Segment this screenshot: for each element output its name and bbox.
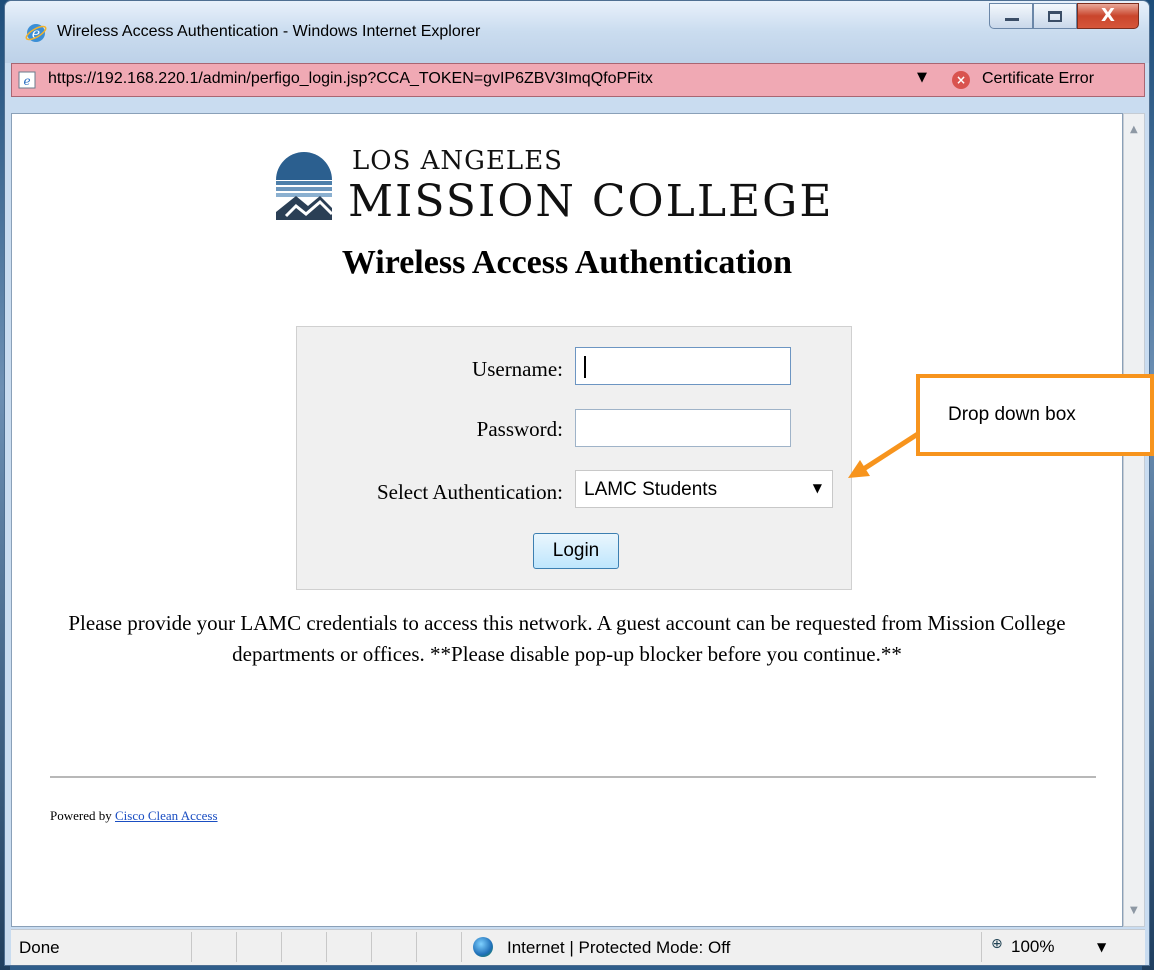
address-dropdown-icon[interactable]: ▼: [917, 70, 927, 85]
minimize-icon: [1005, 18, 1019, 21]
page-title: Wireless Access Authentication: [341, 244, 793, 281]
status-separator: [236, 932, 237, 962]
logo-text-line2: MISSION COLLEGE: [348, 176, 834, 227]
address-url[interactable]: https://192.168.220.1/admin/perfigo_logi…: [48, 70, 653, 88]
password-label: Password:: [476, 417, 563, 441]
security-zone-text[interactable]: Internet | Protected Mode: Off: [507, 938, 730, 958]
svg-text:e: e: [23, 74, 30, 88]
powered-prefix: Powered by: [50, 808, 115, 823]
status-separator: [326, 932, 327, 962]
username-label: Username:: [472, 357, 563, 381]
certificate-error-icon[interactable]: ×: [952, 71, 970, 89]
authentication-select[interactable]: LAMC Students ▼: [575, 470, 833, 508]
status-separator: [371, 932, 372, 962]
status-bar: Done Internet | Protected Mode: Off ⊕ 10…: [11, 929, 1145, 965]
browser-window: e Wireless Access Authentication - Windo…: [4, 0, 1150, 966]
maximize-button[interactable]: [1033, 3, 1077, 29]
page-icon: e: [18, 71, 36, 89]
scroll-up-icon[interactable]: ▲: [1130, 124, 1138, 135]
text-cursor: [584, 356, 586, 378]
cisco-clean-access-link[interactable]: Cisco Clean Access: [115, 808, 218, 823]
window-title: Wireless Access Authentication - Windows…: [57, 23, 481, 40]
close-button[interactable]: X: [1077, 3, 1139, 29]
status-separator: [416, 932, 417, 962]
callout-box: Drop down box: [916, 374, 1154, 456]
close-icon: X: [1101, 5, 1115, 26]
status-separator: [461, 932, 462, 962]
maximize-icon: [1048, 11, 1062, 22]
zoom-level[interactable]: 100%: [1011, 937, 1054, 957]
window-controls: X: [989, 3, 1139, 31]
logo-text-line1: LOS ANGELES: [352, 146, 563, 176]
login-form: Username: Password: Select Authenticatio…: [296, 326, 852, 590]
authentication-selected-value: LAMC Students: [584, 479, 718, 500]
info-text: Please provide your LAMC credentials to …: [68, 611, 1066, 666]
username-input[interactable]: [575, 347, 791, 385]
divider: [50, 776, 1096, 778]
scroll-down-icon[interactable]: ▼: [1130, 905, 1138, 916]
status-separator: [981, 932, 982, 962]
vertical-scrollbar[interactable]: ▲ ▼: [1123, 113, 1145, 927]
title-bar[interactable]: e Wireless Access Authentication - Windo…: [5, 1, 1149, 63]
college-logo-icon: [276, 152, 334, 220]
status-text: Done: [19, 938, 60, 957]
internet-explorer-icon: e: [25, 24, 47, 42]
zoom-dropdown-icon[interactable]: ▼: [1097, 940, 1106, 954]
zoom-icon[interactable]: ⊕: [991, 936, 1003, 952]
login-button[interactable]: Login: [533, 533, 619, 569]
password-input[interactable]: [575, 409, 791, 447]
callout-text: Drop down box: [948, 404, 1076, 425]
minimize-button[interactable]: [989, 3, 1033, 29]
status-separator: [281, 932, 282, 962]
address-bar[interactable]: e https://192.168.220.1/admin/perfigo_lo…: [11, 63, 1145, 97]
status-separator: [191, 932, 192, 962]
internet-zone-globe-icon: [473, 937, 493, 957]
certificate-error-label[interactable]: Certificate Error: [982, 70, 1094, 88]
page-content: LOS ANGELES MISSION COLLEGE Wireless Acc…: [11, 113, 1123, 927]
powered-by: Powered by Cisco Clean Access: [50, 808, 218, 824]
chevron-down-icon: ▼: [812, 481, 822, 495]
authentication-label: Select Authentication:: [376, 480, 563, 504]
